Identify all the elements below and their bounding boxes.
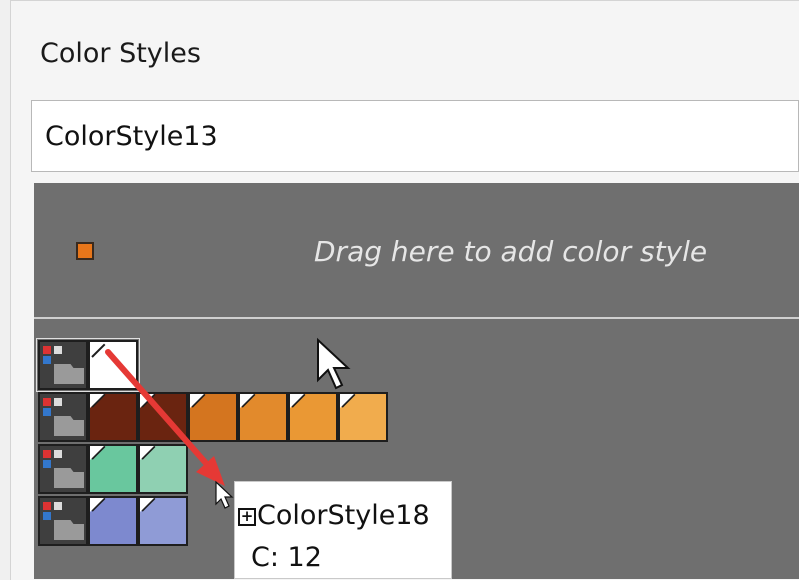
color-group-icon[interactable] — [38, 340, 88, 390]
drop-zone[interactable]: Drag here to add color style — [34, 183, 799, 317]
color-swatch-cell[interactable] — [88, 444, 138, 494]
drag-tooltip: ColorStyle18 C: 12 — [234, 481, 452, 579]
tooltip-style-name: ColorStyle18 — [257, 500, 430, 531]
add-plus-icon: + — [238, 508, 256, 526]
color-swatch-cell[interactable] — [288, 392, 338, 442]
color-swatch-cell[interactable] — [138, 392, 188, 442]
panel-title: Color Styles — [40, 38, 201, 69]
color-group-icon[interactable] — [38, 444, 88, 494]
color-swatch-cell[interactable] — [338, 392, 388, 442]
swatch-row-1 — [38, 340, 138, 390]
color-swatch-cell[interactable] — [138, 444, 188, 494]
tooltip-count: C: 12 — [251, 542, 322, 573]
color-swatch-cell[interactable] — [88, 496, 138, 546]
swatch-row-4 — [38, 496, 188, 546]
separator — [34, 317, 799, 319]
color-swatch-cell[interactable] — [88, 392, 138, 442]
drop-zone-text: Drag here to add color style — [314, 235, 708, 268]
style-name-input[interactable] — [31, 100, 799, 172]
swatch-cell-selected[interactable] — [88, 340, 138, 390]
color-group-icon[interactable] — [38, 392, 88, 442]
color-swatch-icon — [76, 242, 94, 260]
color-group-icon[interactable] — [38, 496, 88, 546]
color-swatch-cell[interactable] — [238, 392, 288, 442]
swatch-row-2 — [38, 392, 388, 442]
swatch-row-3 — [38, 444, 188, 494]
color-swatch-cell[interactable] — [138, 496, 188, 546]
color-swatch-cell[interactable] — [188, 392, 238, 442]
